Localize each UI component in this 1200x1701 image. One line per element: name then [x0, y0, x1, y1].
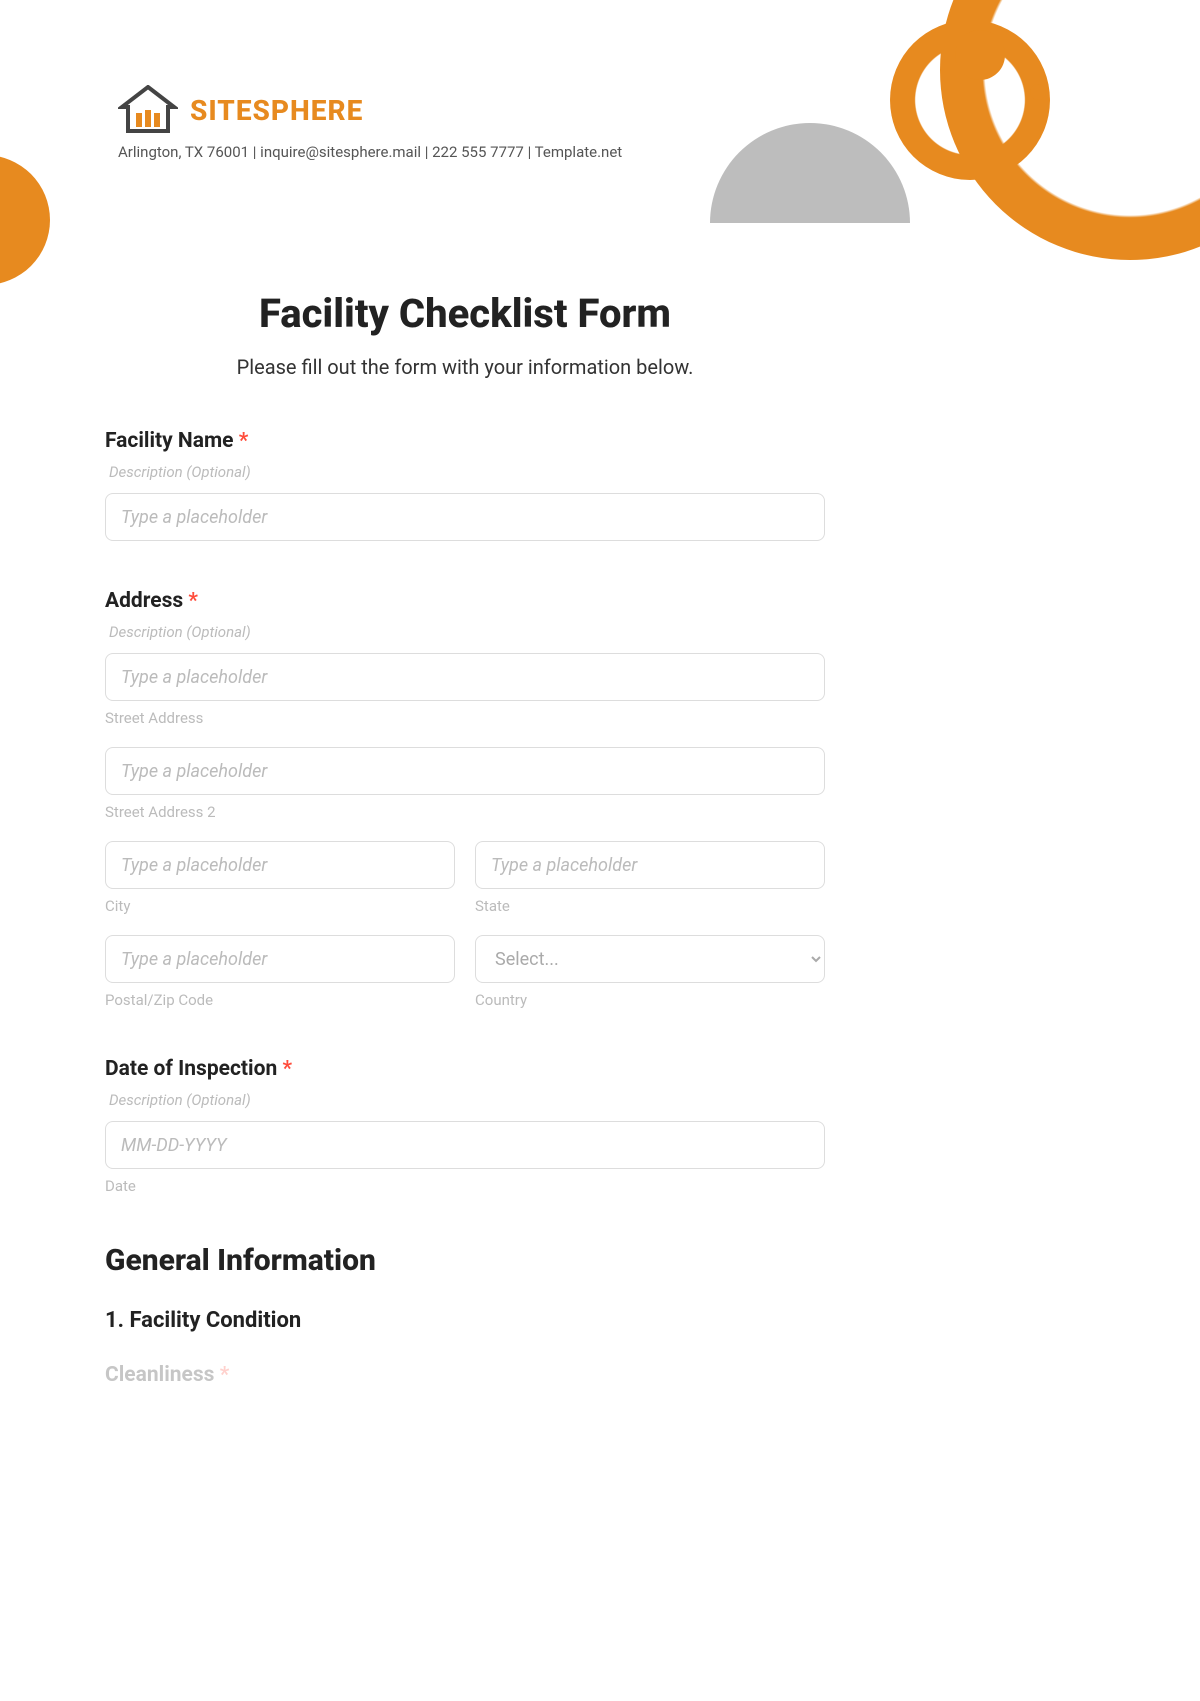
country-select[interactable]: Select...: [475, 935, 825, 983]
required-mark: *: [188, 589, 198, 613]
required-mark: *: [282, 1057, 292, 1081]
facility-name-label: Facility Name *: [105, 429, 825, 453]
label-text: Address: [105, 589, 183, 613]
form-subtitle: Please fill out the form with your infor…: [105, 355, 825, 379]
label-text: Date of Inspection: [105, 1057, 277, 1081]
logo-icon: [118, 85, 178, 135]
facility-condition-heading: 1. Facility Condition: [105, 1308, 825, 1333]
country-sublabel: Country: [475, 991, 825, 1009]
required-mark: *: [239, 429, 249, 453]
dot-big-icon: [955, 30, 1005, 80]
date-inspection-input[interactable]: [105, 1121, 825, 1169]
grey-half-circle-icon: [710, 123, 910, 223]
brand-name: SITESPHERE: [190, 94, 363, 127]
facility-name-input[interactable]: [105, 493, 825, 541]
decorative-top-right: [900, 0, 1200, 300]
date-inspection-label: Date of Inspection *: [105, 1057, 825, 1081]
facility-name-desc: Description (Optional): [105, 463, 825, 481]
street-address-2-input[interactable]: [105, 747, 825, 795]
form-title: Facility Checklist Form: [105, 290, 825, 337]
form-content: Facility Checklist Form Please fill out …: [105, 290, 825, 1397]
state-input[interactable]: [475, 841, 825, 889]
date-inspection-desc: Description (Optional): [105, 1091, 825, 1109]
orange-left-shape-icon: [0, 155, 50, 285]
required-mark: *: [220, 1363, 230, 1387]
date-inspection-block: Date of Inspection * Description (Option…: [105, 1057, 825, 1195]
dot-small-icon: [1030, 84, 1046, 100]
city-input[interactable]: [105, 841, 455, 889]
label-text: Cleanliness: [105, 1363, 214, 1387]
street-address-sublabel: Street Address: [105, 709, 825, 727]
address-desc: Description (Optional): [105, 623, 825, 641]
street-address-2-sublabel: Street Address 2: [105, 803, 825, 821]
facility-name-block: Facility Name * Description (Optional): [105, 429, 825, 541]
postal-input[interactable]: [105, 935, 455, 983]
label-text: Facility Name: [105, 429, 234, 453]
street-address-input[interactable]: [105, 653, 825, 701]
date-sublabel: Date: [105, 1177, 825, 1195]
state-sublabel: State: [475, 897, 825, 915]
cleanliness-label: Cleanliness *: [105, 1363, 825, 1387]
postal-sublabel: Postal/Zip Code: [105, 991, 455, 1009]
general-information-heading: General Information: [105, 1243, 825, 1278]
header: SITESPHERE Arlington, TX 76001 | inquire…: [118, 85, 622, 161]
contact-line: Arlington, TX 76001 | inquire@sitesphere…: [118, 143, 622, 161]
address-label: Address *: [105, 589, 825, 613]
city-sublabel: City: [105, 897, 455, 915]
address-block: Address * Description (Optional) Street …: [105, 589, 825, 1009]
